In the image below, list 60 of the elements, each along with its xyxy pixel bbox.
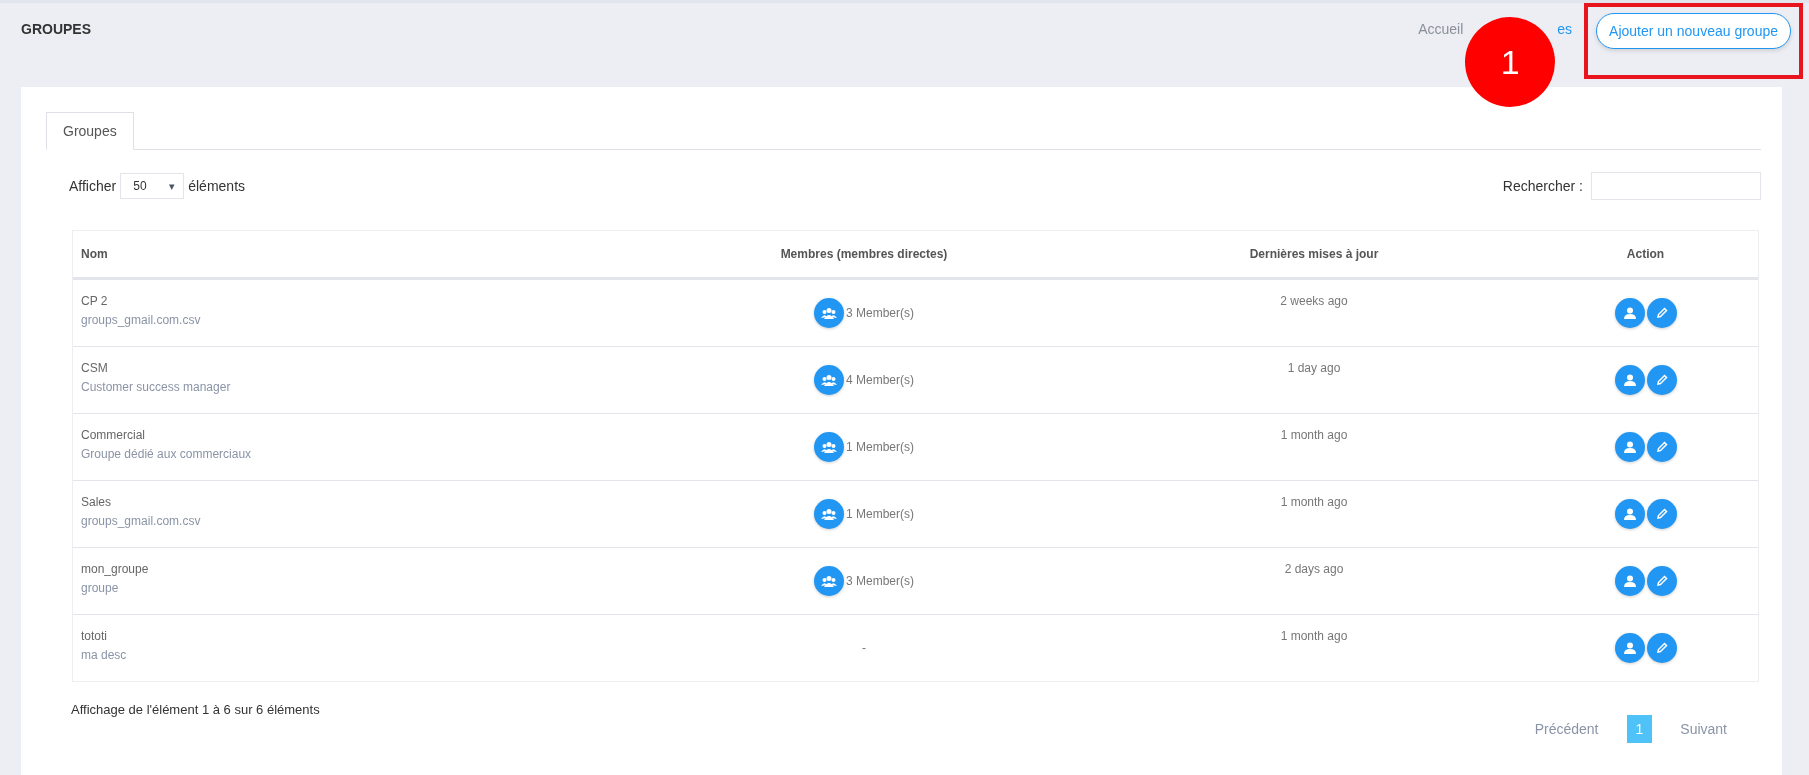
group-description: groupe <box>81 581 120 595</box>
user-icon[interactable] <box>1614 365 1645 395</box>
table-info: Affichage de l'élément 1 à 6 sur 6 éléments <box>71 702 320 717</box>
group-description: groups_gmail.com.csv <box>81 313 202 327</box>
breadcrumb-link[interactable]: es <box>1557 21 1573 37</box>
edit-icon[interactable] <box>1646 499 1677 529</box>
step-badge: 1 <box>1465 17 1556 107</box>
updated-time: 1 month ago <box>1280 495 1348 509</box>
previous-button[interactable]: Précédent <box>1518 715 1615 743</box>
search-field[interactable] <box>1591 172 1761 200</box>
group-description: ma desc <box>81 648 128 662</box>
entries-label: éléments <box>188 178 246 194</box>
show-label: Afficher <box>69 178 117 194</box>
search-label: Rechercher : <box>1502 178 1583 194</box>
page-size-select[interactable]: 50 ▾ <box>120 173 185 199</box>
members-icon[interactable] <box>814 432 844 462</box>
updated-time: 2 days ago <box>1284 562 1344 576</box>
page-button[interactable]: 1 <box>1626 715 1653 743</box>
updated-time: 2 weeks ago <box>1280 294 1348 308</box>
edit-icon[interactable] <box>1646 432 1677 462</box>
user-icon[interactable] <box>1614 499 1645 529</box>
group-name: CSM <box>81 361 109 375</box>
group-description: Groupe dédié aux commerciaux <box>81 447 253 461</box>
breadcrumb-item: Accueil <box>1418 21 1464 37</box>
user-icon[interactable] <box>1614 432 1645 462</box>
tab[interactable]: Groupes <box>46 112 134 150</box>
group-name: tototi <box>81 629 108 643</box>
edit-icon[interactable] <box>1646 633 1677 663</box>
group-name: mon_groupe <box>81 562 150 576</box>
edit-icon[interactable] <box>1646 365 1677 395</box>
page-title: GROUPES <box>21 21 91 39</box>
group-name: CP 2 <box>81 294 109 308</box>
member-count: 3 Member(s) <box>846 306 914 320</box>
members-icon[interactable] <box>814 499 844 529</box>
group-description: groups_gmail.com.csv <box>81 514 202 528</box>
members-icon[interactable] <box>814 298 844 328</box>
group-name: Commercial <box>81 428 146 442</box>
members-icon[interactable] <box>814 365 844 395</box>
group-name: Sales <box>81 495 113 509</box>
user-icon[interactable] <box>1614 633 1645 663</box>
member-count: 3 Member(s) <box>846 574 914 588</box>
updated-time: 1 month ago <box>1280 629 1348 643</box>
user-icon[interactable] <box>1614 566 1645 596</box>
member-count: 1 Member(s) <box>846 440 914 454</box>
edit-icon[interactable] <box>1646 298 1677 328</box>
user-icon[interactable] <box>1614 298 1645 328</box>
updated-time: 1 month ago <box>1280 428 1348 442</box>
members-icon[interactable] <box>814 566 844 596</box>
column-header: Action <box>1625 246 1666 263</box>
column-header: Nom <box>80 246 109 263</box>
group-description: Customer success manager <box>81 380 232 394</box>
updated-time: 1 day ago <box>1287 361 1341 375</box>
edit-icon[interactable] <box>1646 566 1677 596</box>
member-count: - <box>862 641 866 655</box>
column-header: Dernières mises à jour <box>1248 246 1380 263</box>
next-button[interactable]: Suivant <box>1664 715 1743 743</box>
column-header: Membres (membres directes) <box>779 246 949 263</box>
member-count: 4 Member(s) <box>846 373 914 387</box>
member-count: 1 Member(s) <box>846 507 914 521</box>
add-group-button[interactable]: Ajouter un nouveau groupe <box>1596 13 1791 49</box>
